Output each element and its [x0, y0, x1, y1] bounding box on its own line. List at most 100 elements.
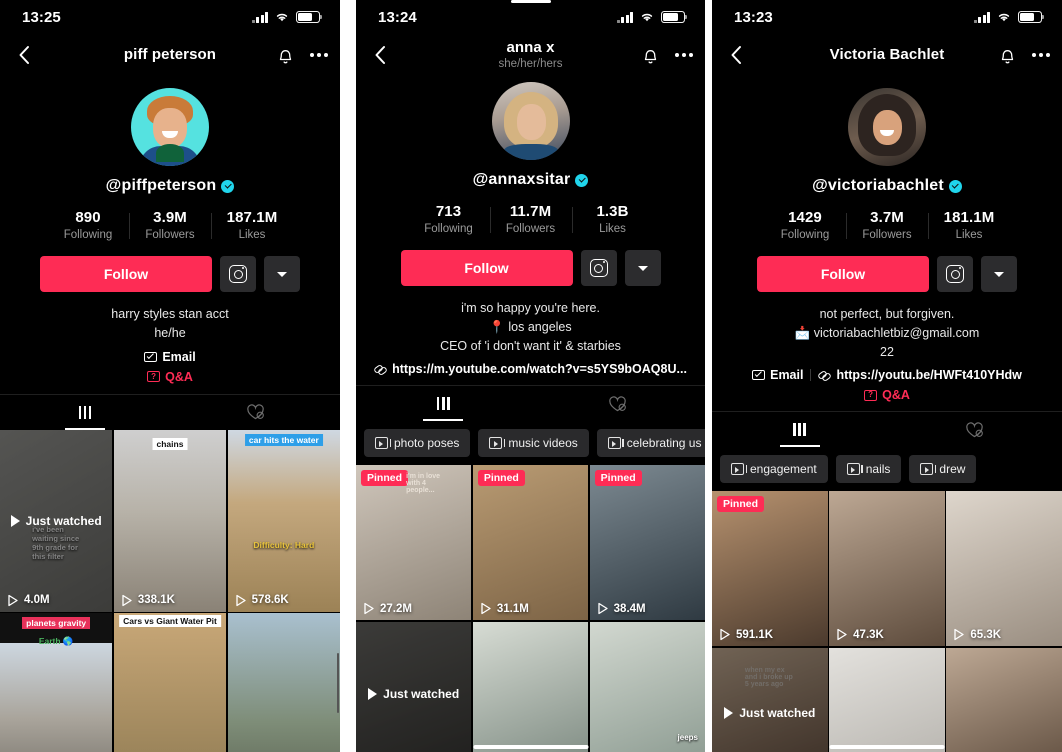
video-thumbnail [113, 613, 227, 752]
video-grid: i've been waiting since 9th grade for th… [0, 429, 340, 752]
bell-icon[interactable] [642, 46, 659, 65]
stat-followers[interactable]: 3.7M Followers [846, 209, 928, 241]
playlist-pill[interactable]: music videos [478, 429, 589, 458]
email-link[interactable]: Email [144, 350, 196, 364]
battery-icon [661, 11, 688, 23]
video-cell[interactable]: 47.3K [829, 491, 945, 647]
more-options-icon[interactable] [1032, 53, 1050, 57]
video-thumbnail [472, 621, 589, 752]
video-cell[interactable] [946, 647, 1062, 752]
mail-icon [752, 370, 766, 381]
video-caption: i'm in love with 4 people... [406, 473, 441, 495]
more-options-icon[interactable] [675, 53, 693, 57]
video-cell[interactable]: i've been waiting since 9th grade for th… [0, 429, 113, 612]
tab-videos[interactable] [356, 386, 531, 422]
stat-following[interactable]: 713 Following [408, 203, 490, 235]
stat-likes[interactable]: 1.3B Likes [571, 203, 654, 235]
playlist-label: music videos [508, 436, 578, 451]
question-bubble-icon [864, 389, 878, 401]
playlist-label: celebrating us [626, 436, 702, 451]
stat-following[interactable]: 890 Following [47, 209, 129, 241]
more-actions-button[interactable] [264, 256, 300, 292]
playlist-pill[interactable]: drew [909, 455, 977, 484]
more-actions-button[interactable] [624, 250, 661, 286]
video-cell[interactable]: planets gravity Earth 🌎 3.5M [0, 613, 113, 752]
tab-liked[interactable] [887, 412, 1062, 447]
video-cell[interactable]: chains 338.1K [113, 429, 227, 612]
stat-likes[interactable]: 187.1M Likes [211, 209, 293, 241]
play-icon [835, 628, 848, 641]
playlist-pill[interactable]: celebrating us [596, 429, 705, 458]
back-button[interactable] [12, 34, 36, 76]
playlist-icon [375, 437, 392, 450]
stat-followers[interactable]: 3.9M Followers [129, 209, 211, 241]
page-title: Victoria Bachlet [830, 46, 945, 63]
video-caption: Cars vs Giant Water Pit [119, 615, 221, 627]
pinned-badge: Pinned [361, 470, 409, 487]
playlist-pill[interactable]: engagement [720, 455, 828, 484]
stat-value: 3.9M [153, 209, 187, 226]
follow-button[interactable]: Follow [40, 256, 212, 292]
play-icon [479, 602, 492, 615]
back-button[interactable] [368, 34, 392, 76]
bio-url-link[interactable]: https://youtu.be/HWFt410YHdw [818, 368, 1021, 382]
video-cell[interactable]: car hits the water Difficulty: Hard 578.… [227, 429, 340, 612]
qa-link[interactable]: Q&A [864, 388, 910, 402]
video-cell[interactable]: Pinned i'm in love with 4 people... 27.2… [356, 465, 472, 621]
avatar[interactable] [848, 88, 926, 166]
video-caption: car hits the water [244, 433, 323, 446]
video-cell[interactable]: 274.9K [227, 613, 340, 752]
qa-link[interactable]: Q&A [147, 370, 193, 384]
mail-icon [144, 351, 158, 362]
avatar[interactable] [491, 82, 570, 160]
bell-icon[interactable] [999, 46, 1016, 65]
video-thumbnail [472, 465, 589, 621]
instagram-button[interactable] [937, 256, 973, 292]
bio-url-link[interactable]: https://m.youtube.com/watch?v=s5YS9bOAQ8… [374, 362, 687, 376]
tab-liked[interactable] [531, 386, 706, 421]
playlist-pills: engagement nails drew [712, 447, 1062, 491]
more-options-icon[interactable] [310, 53, 328, 57]
email-link[interactable]: Email [752, 368, 803, 382]
video-cell[interactable]: jeeps [589, 621, 705, 752]
stat-value: 890 [75, 209, 101, 226]
avatar[interactable] [131, 88, 209, 166]
video-cell[interactable]: Pinned 31.1M [472, 465, 589, 621]
instagram-button[interactable] [580, 250, 617, 286]
handle-row: @victoriabachlet [712, 177, 1062, 195]
video-caption: Difficulty: Hard [253, 539, 315, 550]
phone-screen-annax: 13:24 anna x she/her/hers @annaxsitar 71… [356, 0, 705, 752]
nav-title-text: Victoria Bachlet [829, 46, 945, 64]
playlist-pill[interactable]: nails [835, 455, 902, 484]
video-cell[interactable] [829, 647, 945, 752]
play-icon [718, 628, 731, 641]
video-cell[interactable]: Just watched [356, 621, 472, 752]
instagram-button[interactable] [220, 256, 256, 292]
tab-liked[interactable] [170, 395, 340, 430]
stat-likes[interactable]: 181.1M Likes [928, 209, 1010, 241]
battery-icon [296, 11, 323, 23]
playlist-pill[interactable]: photo poses [364, 429, 471, 458]
home-indicator [829, 745, 945, 749]
video-cell[interactable]: 65.3K [946, 491, 1062, 647]
status-icons [973, 11, 1045, 23]
bio-url-text: https://youtu.be/HWFt410YHdw [836, 368, 1022, 383]
video-cell[interactable]: Cars vs Giant Water Pit 4.4M [113, 613, 227, 752]
tab-videos[interactable] [712, 412, 887, 448]
tab-videos[interactable] [0, 395, 170, 430]
video-cell[interactable]: when my ex and i broke up 5 years ago Ju… [712, 647, 828, 752]
bell-icon[interactable] [277, 46, 294, 65]
link-icon [818, 369, 831, 382]
back-button[interactable] [724, 34, 748, 76]
video-cell[interactable]: Pinned 38.4M [589, 465, 705, 621]
follow-button[interactable]: Follow [757, 256, 929, 292]
video-cell[interactable] [472, 621, 589, 752]
stat-followers[interactable]: 11.7M Followers [489, 203, 572, 235]
more-actions-button[interactable] [981, 256, 1017, 292]
stat-value: 713 [435, 203, 462, 220]
video-cell[interactable]: Pinned 591.1K [712, 491, 828, 647]
video-caption: planets gravity [22, 617, 91, 629]
follow-button[interactable]: Follow [400, 250, 573, 286]
stat-following[interactable]: 1429 Following [764, 209, 846, 241]
page-title: anna x she/her/hers [499, 39, 563, 70]
